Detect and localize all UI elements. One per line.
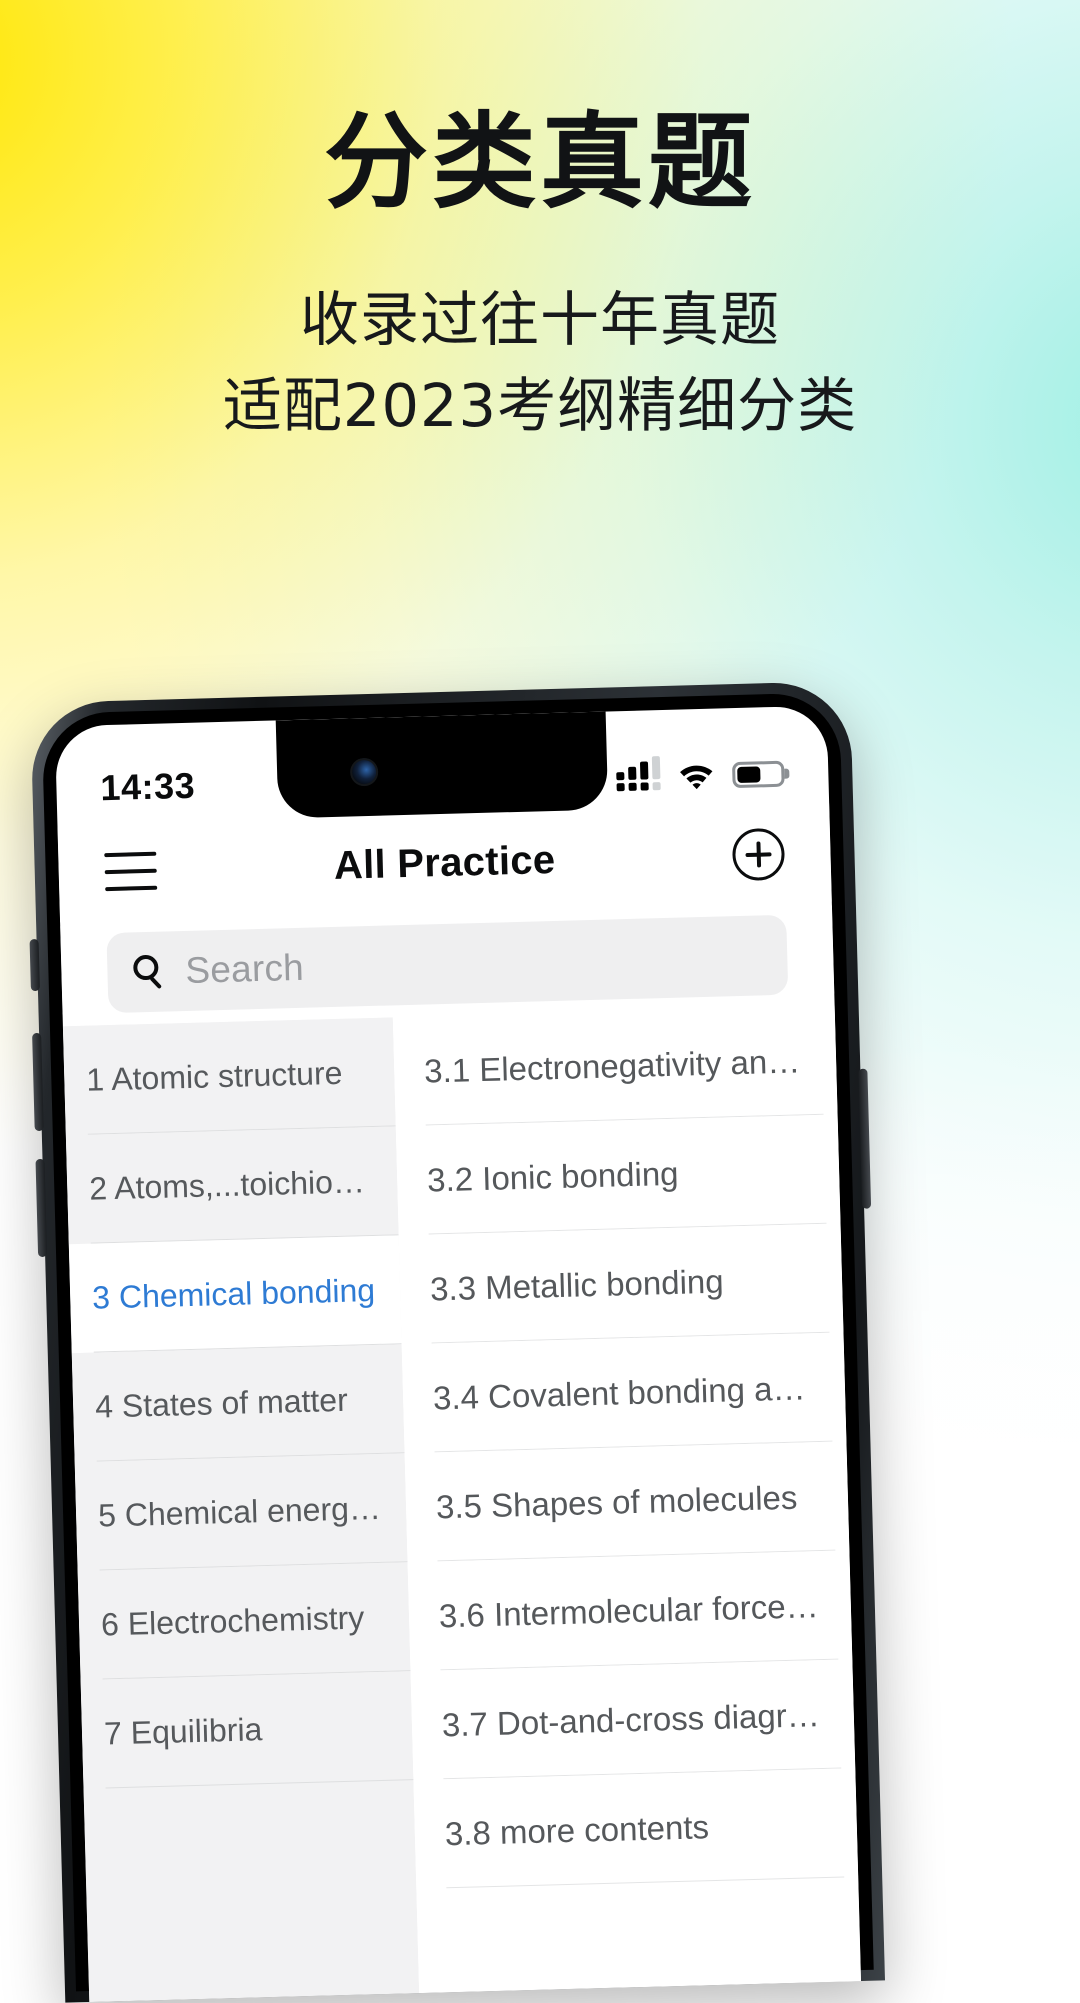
list-item-label: 3.4 Covalent bonding and co...	[432, 1368, 820, 1416]
phone-screen: 14:33 All Practice Search 1 Atomic struc…	[54, 705, 862, 2002]
list-item-label: 3.7 Dot-and-cross diagrams	[441, 1695, 829, 1743]
front-camera-icon	[349, 757, 379, 787]
promo-text-block: 分类真题 收录过往十年真题 适配2023考纲精细分类	[0, 0, 1080, 443]
list-item[interactable]: 3.1 Electronegativity and bo...	[392, 1005, 838, 1127]
sidebar-item-topic-4[interactable]: 4 States of matter	[71, 1344, 405, 1463]
page-title: All Practice	[333, 837, 556, 888]
search-icon	[133, 954, 168, 990]
list-item[interactable]: 3.7 Dot-and-cross diagrams	[410, 1659, 856, 1781]
promo-subtitle-line-2: 适配2023考纲精细分类	[222, 370, 858, 440]
list-item-label: 3.8 more contents	[444, 1807, 710, 1852]
list-item-label: 3.6 Intermolecular forces, e...	[438, 1586, 826, 1634]
sidebar-item-label: 5 Chemical energetics	[97, 1489, 407, 1534]
sidebar-item-label: 2 Atoms,...toichiometry	[88, 1162, 398, 1207]
search-placeholder: Search	[184, 946, 305, 991]
phone-notch	[275, 705, 609, 819]
sidebar-item-topic-6[interactable]: 6 Electrochemistry	[77, 1562, 411, 1681]
content-area: 1 Atomic structure 2 Atoms,...toichiomet…	[62, 1005, 862, 2002]
search-bar-container: Search	[60, 905, 835, 1015]
sidebar-item-label: 1 Atomic structure	[85, 1054, 343, 1098]
sidebar-item-topic-5[interactable]: 5 Chemical energetics	[74, 1453, 408, 1572]
list-item[interactable]: 3.2 Ionic bonding	[395, 1114, 841, 1236]
phone-mute-switch[interactable]	[29, 938, 40, 992]
plus-circle-icon[interactable]	[731, 827, 786, 882]
subtopic-list[interactable]: 3.1 Electronegativity and bo... 3.2 Ioni…	[392, 1005, 862, 1994]
cellular-signal-icon	[616, 756, 661, 792]
status-bar-clock: 14:33	[99, 764, 196, 809]
status-bar-icons	[615, 725, 790, 792]
list-item-label: 3.1 Electronegativity and bo...	[423, 1041, 811, 1090]
promo-subtitle-line-1: 收录过往十年真题	[299, 285, 780, 354]
battery-icon	[732, 760, 790, 789]
list-item[interactable]: 3.5 Shapes of molecules	[404, 1441, 850, 1563]
list-item-label: 3.2 Ionic bonding	[426, 1154, 679, 1199]
phone-mockup: 14:33 All Practice Search 1 Atomic struc…	[29, 680, 886, 2003]
hamburger-menu-icon[interactable]	[104, 851, 158, 892]
list-item[interactable]: 3.3 Metallic bonding	[398, 1223, 844, 1345]
sidebar-item-topic-2[interactable]: 2 Atoms,...toichiometry	[65, 1126, 399, 1245]
battery-cap	[784, 768, 790, 779]
list-item[interactable]: 3.6 Intermolecular forces, e...	[407, 1550, 853, 1672]
app-header: All Practice	[57, 803, 832, 923]
sidebar-item-label: 4 States of matter	[94, 1381, 349, 1425]
list-item-label: 3.5 Shapes of molecules	[435, 1478, 798, 1525]
list-item[interactable]: 3.8 more contents	[413, 1768, 859, 1890]
battery-fill-level	[737, 766, 761, 783]
sidebar-item-topic-1[interactable]: 1 Atomic structure	[62, 1017, 396, 1136]
promo-title: 分类真题	[323, 101, 756, 223]
wifi-icon	[676, 759, 717, 790]
topic-sidebar[interactable]: 1 Atomic structure 2 Atoms,...toichiomet…	[62, 1017, 420, 2002]
sidebar-item-topic-7[interactable]: 7 Equilibria	[80, 1671, 414, 1790]
list-item-label: 3.3 Metallic bonding	[429, 1262, 725, 1307]
list-item[interactable]: 3.4 Covalent bonding and co...	[401, 1332, 847, 1454]
sidebar-item-label: 6 Electrochemistry	[100, 1599, 365, 1643]
sidebar-item-label: 7 Equilibria	[103, 1711, 263, 1752]
sidebar-item-label: 3 Chemical bonding	[91, 1271, 376, 1316]
search-input[interactable]: Search	[106, 914, 789, 1014]
sidebar-item-topic-3[interactable]: 3 Chemical bonding	[68, 1235, 402, 1354]
